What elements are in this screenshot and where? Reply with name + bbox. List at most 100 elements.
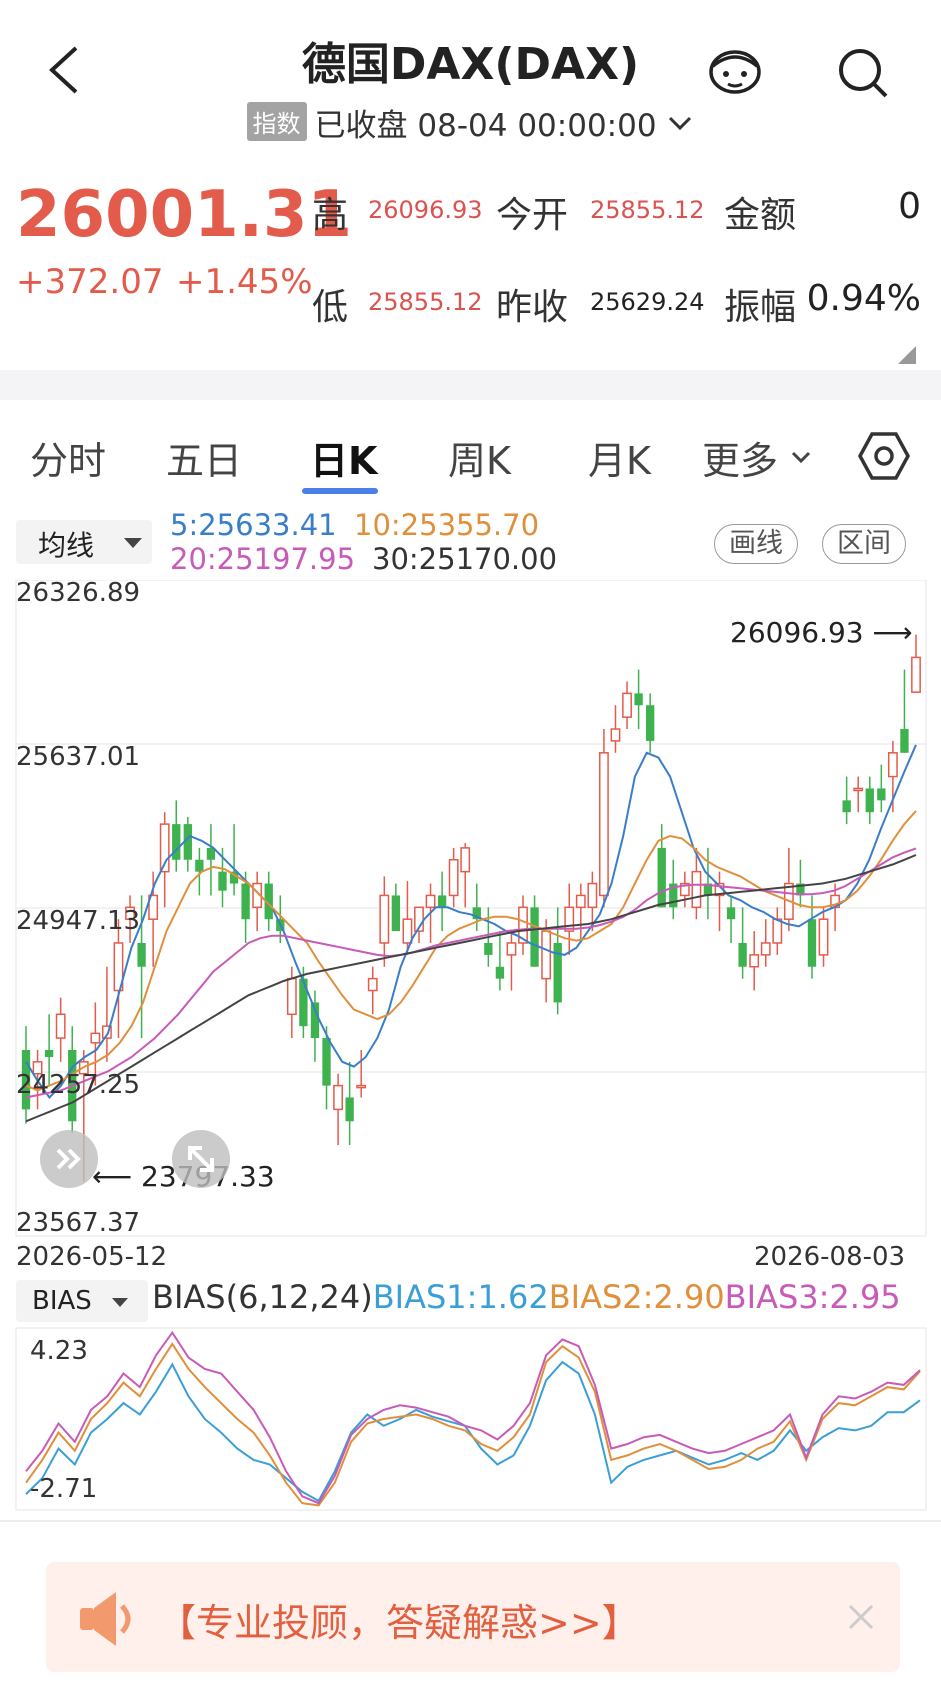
y-axis-label: 24257.25 [16,1070,141,1100]
candle-body [911,656,921,693]
chevron-down-icon [669,116,692,131]
candle-body [760,942,771,956]
high-label: 高 [312,195,349,236]
candle-body [506,942,517,956]
tab-weekly-k[interactable]: 周K [448,430,511,485]
open-label: 今开 [496,195,569,236]
ma5-value: 5:25633.41 [170,508,337,542]
candle-body [402,918,413,944]
settings-button[interactable] [858,430,910,482]
section-divider [0,370,941,400]
max-price-marker: 26096.93 ⟶ [730,616,913,649]
amplitude-value: 0.94% [806,278,921,319]
status-datetime: 08-04 00:00:00 [417,108,657,144]
status-text: 已收盘 [314,108,408,144]
price-change-pct: +1.45% [176,262,313,302]
chevron-down-icon [792,451,811,464]
candle-body [691,870,702,909]
caret-down-icon [112,1298,128,1307]
candle-body [772,918,783,944]
bias1-value: BIAS1:1.62 [372,1278,549,1316]
candle-body [55,1013,66,1039]
fullscreen-button[interactable] [172,1130,230,1188]
market-status[interactable]: 指数 已收盘 08-04 00:00:00 [0,100,941,145]
max-price-marker-value: 26096.93 [730,616,864,649]
candle-body [599,752,609,897]
ma20-value: 20:25197.95 [170,542,356,576]
candle-body [726,907,736,920]
ma-line-30 [25,854,917,1123]
bias-title: BIAS(6,12,24) [152,1278,373,1316]
x-axis-end-date: 2026-08-03 [754,1242,906,1272]
open-value: 25855.12 [590,196,705,224]
search-icon [839,49,888,98]
bias-y-axis-label: -2.71 [30,1474,98,1504]
range-button[interactable]: 区间 [822,524,906,564]
ma-line-20 [25,847,917,1099]
candle-body [541,930,552,980]
bias3-value: BIAS3:2.95 [724,1278,901,1316]
prev-close-value: 25629.24 [590,288,705,316]
candle-body [425,894,436,909]
candle-body [137,942,146,967]
candle-body [218,871,227,891]
candle-body [887,752,898,778]
robot-icon [709,50,761,94]
candle-body [286,977,297,1016]
tab-more[interactable]: 更多 [702,430,812,485]
amount-label: 金额 [724,195,797,236]
candle-body [645,705,655,741]
candle-body [299,978,308,1027]
candle-body [900,729,909,753]
draw-line-button[interactable]: 画线 [714,524,798,564]
candle-body [195,859,204,872]
page-title: 德国DAX(DAX) [301,39,640,90]
candle-body [44,1049,54,1058]
y-axis-label: 26326.89 [16,578,141,608]
indicator-select-label: 均线 [38,529,95,562]
expand-left-button[interactable] [40,1130,98,1188]
price-change: +372.07 [16,262,164,302]
settings-icon [858,432,910,480]
bias-select[interactable]: BIAS [16,1280,148,1322]
amount-value: 0 [898,186,921,227]
expand-corner-icon[interactable] [898,346,916,364]
candle-body [818,918,829,956]
candle-body [437,895,447,908]
candle-body [622,692,632,718]
candle-body [172,824,181,860]
bias-line-3 [25,1330,921,1505]
candle-body [738,942,747,967]
tab-daily-k[interactable]: 日K [310,430,377,485]
robot-assistant-button[interactable] [704,42,766,98]
indicator-select[interactable]: 均线 [16,520,152,564]
search-button[interactable] [836,46,892,102]
expand-arrows-icon [188,1146,214,1172]
candle-body [484,942,493,955]
candle-body [575,894,586,909]
bias-chart[interactable] [0,1324,941,1514]
tab-intraday[interactable]: 分时 [30,430,106,485]
candle-body [322,1038,331,1086]
advisor-banner[interactable]: 【专业投顾，答疑解惑>>】 [46,1562,900,1672]
candle-body [495,966,505,979]
ma10-value: 10:25355.70 [354,508,540,542]
close-icon[interactable] [846,1602,876,1632]
candle-body [853,787,864,792]
candle-body [345,1097,354,1122]
candlestick-chart[interactable] [0,580,941,1240]
low-value: 25855.12 [368,288,483,316]
candle-body [448,859,459,897]
candle-body [333,1084,343,1111]
candle-body [865,788,874,813]
candle-body [460,847,471,873]
tab-monthly-k[interactable]: 月K [588,430,651,485]
high-value: 26096.93 [368,196,483,224]
tab-five-day[interactable]: 五日 [166,430,242,485]
caret-down-icon [124,538,142,548]
candle-body [587,882,598,909]
index-tag: 指数 [246,102,307,141]
candle-body [634,693,643,706]
prev-close-label: 昨收 [496,287,569,328]
candle-body [610,728,621,742]
